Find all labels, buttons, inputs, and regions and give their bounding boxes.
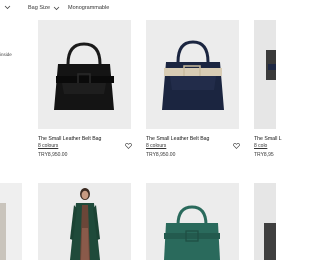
product-price: TRY8,950.00 (146, 152, 176, 158)
product-image[interactable] (38, 20, 131, 129)
heart-icon[interactable] (125, 136, 132, 149)
filter-monogrammable[interactable]: Monogrammable (68, 5, 109, 11)
product-image-row2-model[interactable] (38, 183, 131, 260)
side-text: inside (0, 52, 12, 57)
filter-bar: Bag Size Monogrammable (0, 0, 276, 20)
filter-label: Bag Size (28, 5, 51, 11)
filter-dropdown-1[interactable] (1, 5, 11, 10)
chevron-down-icon (4, 5, 11, 10)
product-title[interactable]: The Small Leather Belt Bag (38, 136, 101, 142)
product-price: TRY8,95 (254, 152, 274, 158)
product-price: TRY8,950.00 (38, 152, 68, 158)
product-title[interactable]: The Small L (254, 136, 282, 142)
product-colours-link[interactable]: 8 colo (254, 143, 267, 149)
product-colours-link[interactable]: 8 colours (38, 143, 58, 149)
product-image[interactable] (254, 20, 276, 129)
product-image-row2-bag[interactable] (146, 183, 239, 260)
product-image-row2-left[interactable] (0, 183, 22, 260)
product-title[interactable]: The Small Leather Belt Bag (146, 136, 209, 142)
filter-bag-size[interactable]: Bag Size (28, 5, 60, 11)
product-image-row2-right[interactable] (254, 183, 276, 260)
chevron-down-icon (53, 6, 60, 11)
filter-label: Monogrammable (68, 5, 110, 11)
product-image[interactable] (146, 20, 239, 129)
product-colours-link[interactable]: 8 colours (146, 143, 166, 149)
heart-icon[interactable] (233, 136, 240, 149)
